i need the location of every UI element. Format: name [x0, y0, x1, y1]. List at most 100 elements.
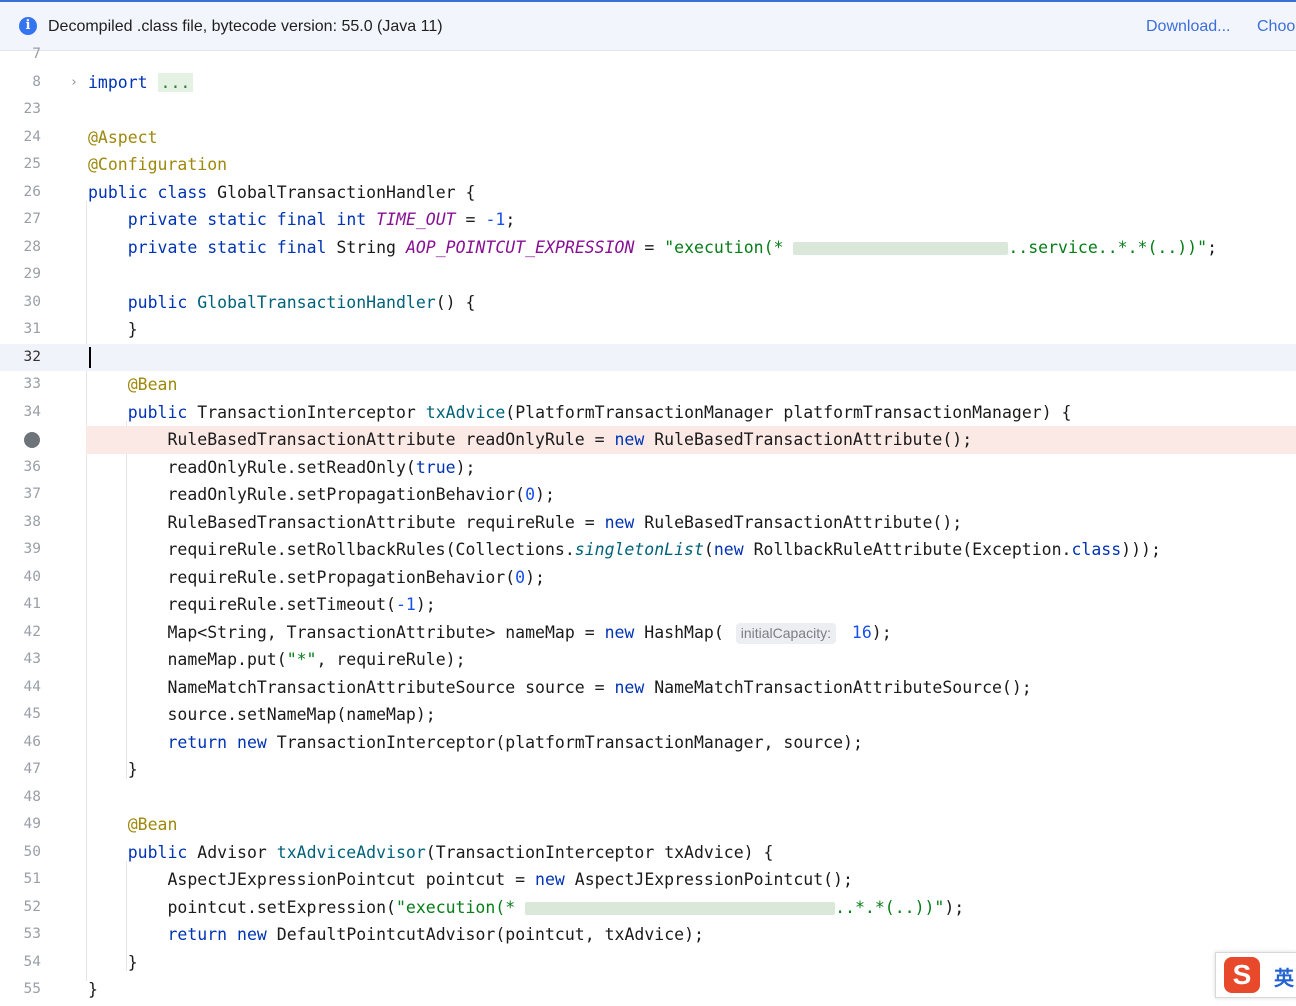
code-text[interactable]: private static final String AOP_POINTCUT… [88, 234, 1217, 262]
line-number: 25 [23, 156, 41, 172]
breakpoint-icon[interactable] [24, 432, 40, 448]
line-number: 39 [23, 541, 41, 557]
code-line[interactable]: 39 requireRule.setRollbackRules(Collecti… [0, 536, 1296, 564]
code-text[interactable]: public Advisor txAdviceAdvisor(Transacti… [88, 839, 774, 867]
code-line[interactable]: 32 [0, 343, 1296, 371]
code-text[interactable]: public class GlobalTransactionHandler { [88, 179, 475, 207]
code-editor[interactable]: 7 8 › import ... 23 24 @Aspect 25 @Configuration… [0, 46, 1296, 1006]
code-line[interactable]: 48 [0, 784, 1296, 812]
line-number: 46 [23, 733, 41, 750]
code-line[interactable]: 38 RuleBasedTransactionAttribute require… [0, 509, 1296, 537]
fold-chevron-icon[interactable]: › [70, 69, 78, 97]
code-line[interactable]: 44 NameMatchTransactionAttributeSource s… [0, 674, 1296, 702]
code-text[interactable]: requireRule.setTimeout(-1); [88, 591, 435, 619]
code-line[interactable]: 40 requireRule.setPropagationBehavior(0)… [0, 564, 1296, 592]
line-number: 29 [23, 266, 41, 282]
code-line[interactable]: 42 Map<String, TransactionAttribute> nam… [0, 619, 1296, 647]
line-number: 36 [23, 458, 41, 475]
code-line[interactable]: 28 private static final String AOP_POINT… [0, 234, 1296, 262]
folded-imports[interactable]: ... [157, 72, 194, 92]
line-number: 55 [23, 981, 41, 997]
code-text[interactable]: @Bean [88, 371, 178, 399]
code-line[interactable]: 23 [0, 96, 1296, 124]
code-text[interactable]: source.setNameMap(nameMap); [88, 701, 435, 729]
ime-toolbar[interactable]: S 英 [1215, 952, 1296, 998]
code-line[interactable]: 45 source.setNameMap(nameMap); [0, 701, 1296, 729]
code-text[interactable]: requireRule.setPropagationBehavior(0); [88, 564, 545, 592]
ime-language-toggle[interactable]: 英 [1274, 962, 1294, 991]
info-icon: i [19, 17, 37, 35]
code-text[interactable]: readOnlyRule.setPropagationBehavior(0); [88, 481, 554, 509]
code-line[interactable]: 30 public GlobalTransactionHandler() { [0, 289, 1296, 317]
code-text[interactable]: public GlobalTransactionHandler() { [88, 289, 476, 317]
line-number: 28 [23, 238, 41, 255]
line-number: 40 [23, 568, 41, 585]
code-line[interactable]: 49 @Bean [0, 811, 1296, 839]
code-text[interactable]: } [88, 316, 138, 344]
code-line[interactable]: 31 } [0, 316, 1296, 344]
code-text[interactable]: return new TransactionInterceptor(platfo… [88, 729, 862, 757]
code-text[interactable]: NameMatchTransactionAttributeSource sour… [88, 674, 1031, 702]
code-text[interactable]: pointcut.setExpression("execution(* ..*.… [88, 894, 964, 922]
code-line[interactable]: 53 return new DefaultPointcutAdvisor(poi… [0, 921, 1296, 949]
code-line[interactable]: 37 readOnlyRule.setPropagationBehavior(0… [0, 481, 1296, 509]
code-text[interactable]: requireRule.setRollbackRules(Collections… [88, 536, 1160, 564]
code-text[interactable]: @Configuration [88, 151, 227, 179]
code-text[interactable]: public TransactionInterceptor txAdvice(P… [88, 399, 1072, 427]
code-line[interactable]: 36 readOnlyRule.setReadOnly(true); [0, 454, 1296, 482]
code-line[interactable]: RuleBasedTransactionAttribute readOnlyRu… [0, 426, 1296, 454]
code-line[interactable]: 33 @Bean [0, 371, 1296, 399]
code-text[interactable]: readOnlyRule.setReadOnly(true); [88, 454, 475, 482]
line-number: 43 [23, 651, 41, 667]
parameter-hint: initialCapacity: [735, 622, 836, 644]
line-number: 52 [23, 898, 41, 915]
line-number: 45 [23, 706, 41, 722]
code-line[interactable]: 24 @Aspect [0, 124, 1296, 152]
line-number: 44 [23, 678, 41, 695]
text-caret [89, 346, 91, 368]
code-text[interactable]: nameMap.put("*", requireRule); [88, 646, 465, 674]
code-line[interactable]: 47 } [0, 756, 1296, 784]
code-line[interactable]: 51 AspectJExpressionPointcut pointcut = … [0, 866, 1296, 894]
line-number: 50 [23, 843, 41, 860]
line-number: 32 [23, 348, 41, 365]
code-text[interactable]: AspectJExpressionPointcut pointcut = new… [88, 866, 852, 894]
code-text[interactable]: import ... [88, 69, 194, 97]
line-number: 48 [23, 788, 41, 805]
code-line[interactable]: 34 public TransactionInterceptor txAdvic… [0, 399, 1296, 427]
code-line[interactable]: 26 public class GlobalTransactionHandler … [0, 179, 1296, 207]
code-line[interactable]: 52 pointcut.setExpression("execution(* .… [0, 894, 1296, 922]
code-text[interactable]: Map<String, TransactionAttribute> nameMa… [88, 619, 892, 647]
sogou-logo-icon[interactable]: S [1224, 957, 1260, 993]
code-text[interactable]: } [88, 756, 138, 784]
code-text[interactable]: @Aspect [88, 124, 158, 152]
line-number: 31 [23, 321, 41, 337]
line-number: 47 [23, 761, 41, 777]
line-number: 51 [23, 871, 41, 887]
code-line[interactable]: 8 › import ... [0, 69, 1296, 97]
code-line[interactable]: 41 requireRule.setTimeout(-1); [0, 591, 1296, 619]
code-text[interactable]: } [88, 976, 98, 1004]
code-text[interactable]: RuleBasedTransactionAttribute requireRul… [88, 509, 962, 537]
code-text[interactable]: private static final int TIME_OUT = -1; [88, 206, 516, 234]
code-line[interactable]: 7 [0, 41, 1296, 69]
line-number: 7 [32, 46, 41, 62]
line-number: 23 [23, 101, 41, 117]
download-sources-link[interactable]: Download... [1146, 18, 1231, 36]
code-text[interactable]: RuleBasedTransactionAttribute readOnlyRu… [88, 426, 972, 454]
line-number: 38 [23, 513, 41, 530]
code-text[interactable]: } [88, 949, 138, 977]
code-line[interactable]: 29 [0, 261, 1296, 289]
code-line[interactable]: 55} [0, 976, 1296, 1004]
code-line[interactable]: 50 public Advisor txAdviceAdvisor(Transa… [0, 839, 1296, 867]
code-line[interactable]: 27 private static final int TIME_OUT = -… [0, 206, 1296, 234]
choose-sources-link[interactable]: Choo [1257, 18, 1295, 36]
code-text[interactable]: return new DefaultPointcutAdvisor(pointc… [88, 921, 703, 949]
code-line[interactable]: 25 @Configuration [0, 151, 1296, 179]
code-text[interactable]: @Bean [88, 811, 178, 839]
line-number: 27 [23, 211, 41, 227]
code-line[interactable]: 54 } [0, 949, 1296, 977]
code-line[interactable]: 46 return new TransactionInterceptor(pla… [0, 729, 1296, 757]
line-number: 49 [23, 816, 41, 832]
code-line[interactable]: 43 nameMap.put("*", requireRule); [0, 646, 1296, 674]
